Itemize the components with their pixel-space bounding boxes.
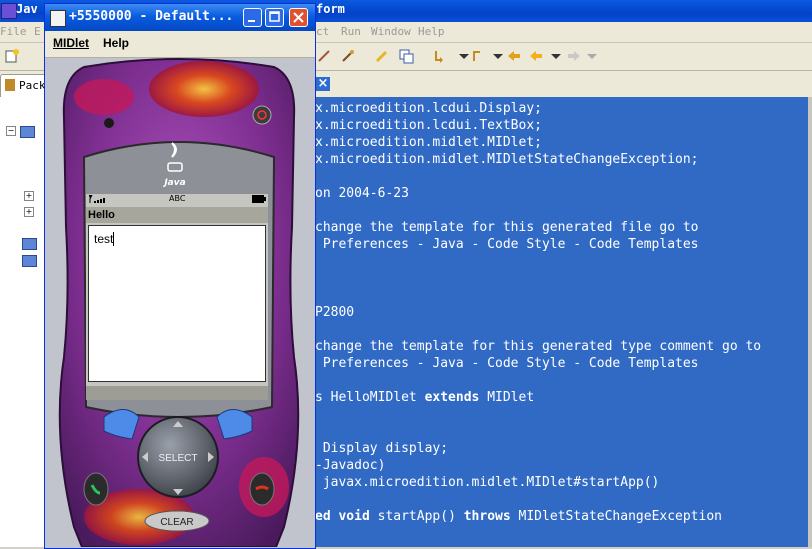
- close-button[interactable]: [289, 8, 308, 27]
- code-line: x.microedition.lcdui.TextBox;: [315, 118, 542, 133]
- code-line: Preferences - Java - Code Style - Code T…: [315, 356, 699, 371]
- emulator-title: +5550000 - Default...: [69, 9, 234, 24]
- lcd-status-bar: ABC: [88, 194, 266, 205]
- eclipse-app-icon: [1, 3, 17, 19]
- emulator-menubar: MIDlet Help: [45, 31, 315, 58]
- menu-run[interactable]: Run: [341, 25, 361, 38]
- code-line: x.microedition.midlet.MIDletStateChangeE…: [315, 152, 699, 167]
- tree-expand-icon[interactable]: +: [24, 191, 34, 201]
- code-line: change the template for this generated t…: [315, 339, 762, 354]
- code-line: Display display;: [315, 441, 449, 456]
- package-explorer-tab[interactable]: Pack: [0, 74, 50, 97]
- menu-window[interactable]: Window: [371, 25, 411, 38]
- emulator-app-icon: [50, 10, 66, 27]
- folder-icon: [22, 238, 37, 250]
- code-line: ed void startApp() throws MIDletStateCha…: [315, 509, 723, 524]
- menu-project[interactable]: ct: [316, 25, 329, 38]
- menu-help[interactable]: Help: [418, 25, 445, 38]
- code-line: x.microedition.midlet.MIDlet;: [315, 135, 542, 150]
- package-icon: [5, 79, 15, 91]
- dropdown-arrow-icon-4[interactable]: [584, 48, 600, 64]
- close-icon: [293, 12, 304, 23]
- code-line: P2800: [315, 305, 355, 320]
- menu-edit[interactable]: E: [34, 25, 41, 38]
- prev-annotation-icon[interactable]: [470, 48, 486, 64]
- lcd-softkey-bar: [86, 386, 268, 400]
- flower-decoration: [149, 61, 259, 117]
- package-explorer-tree[interactable]: − + +: [0, 97, 47, 547]
- copy-icon[interactable]: [398, 48, 414, 64]
- minimize-icon: [248, 20, 255, 22]
- code-line: Preferences - Java - Code Style - Code T…: [315, 237, 699, 252]
- next-annotation-icon[interactable]: [432, 48, 448, 64]
- carrier-label: ABC: [169, 194, 186, 203]
- eclipse-title-right: form: [316, 2, 345, 16]
- new-icon[interactable]: [4, 48, 20, 64]
- menu-emu-help[interactable]: Help: [103, 36, 129, 50]
- code-line: change the template for this generated f…: [315, 220, 699, 235]
- earpiece-icon: [104, 118, 114, 128]
- tree-expand-icon-2[interactable]: +: [24, 207, 34, 217]
- package-tab-label: Pack: [19, 79, 46, 92]
- back-arrow-icon[interactable]: [528, 48, 544, 64]
- screen-title: Hello: [88, 209, 115, 221]
- emulator-titlebar[interactable]: +5550000 - Default...: [45, 4, 315, 31]
- debug-icon[interactable]: [340, 48, 356, 64]
- end-call-button[interactable]: [249, 472, 275, 506]
- dropdown-arrow-icon-2[interactable]: [490, 48, 506, 64]
- text-caret: [113, 232, 114, 246]
- power-button[interactable]: [252, 105, 272, 125]
- code-line: javax.microedition.midlet.MIDlet#startAp…: [315, 475, 660, 490]
- editor-scrollbar[interactable]: [808, 97, 812, 547]
- maximize-icon: [269, 11, 280, 22]
- last-edit-icon[interactable]: [506, 48, 522, 64]
- midlet-textbox[interactable]: [88, 225, 266, 382]
- pencil-icon[interactable]: [374, 48, 390, 64]
- forward-arrow-icon[interactable]: [566, 48, 582, 64]
- code-editor[interactable]: x.microedition.lcdui.Display; x.microedit…: [314, 97, 811, 547]
- minimize-button[interactable]: [243, 8, 262, 27]
- clear-label: CLEAR: [160, 517, 193, 528]
- folder-icon-2: [22, 255, 37, 267]
- code-line: s HelloMIDlet extends MIDlet: [315, 390, 535, 405]
- signal-icon: [88, 194, 111, 205]
- battery-icon: [252, 195, 266, 205]
- editor-tab-close-icon[interactable]: ×: [316, 77, 330, 91]
- code-line: on 2004-6-23: [315, 186, 409, 201]
- code-line: x.microedition.lcdui.Display;: [315, 101, 542, 116]
- flower-decoration-2: [74, 79, 134, 115]
- tree-collapse-icon[interactable]: −: [6, 126, 16, 136]
- java-logo-text: Java: [162, 178, 185, 188]
- eclipse-title-left: Jav: [16, 2, 38, 16]
- project-folder-icon: [20, 126, 35, 138]
- menu-file[interactable]: File: [0, 25, 27, 38]
- dropdown-arrow-icon-3[interactable]: [548, 48, 564, 64]
- tool-icon[interactable]: [316, 48, 332, 64]
- code-line: -Javadoc): [315, 458, 386, 473]
- maximize-button[interactable]: [265, 8, 284, 27]
- menu-midlet[interactable]: MIDlet: [53, 36, 89, 50]
- textbox-value: test: [94, 232, 114, 246]
- select-label: SELECT: [159, 453, 198, 464]
